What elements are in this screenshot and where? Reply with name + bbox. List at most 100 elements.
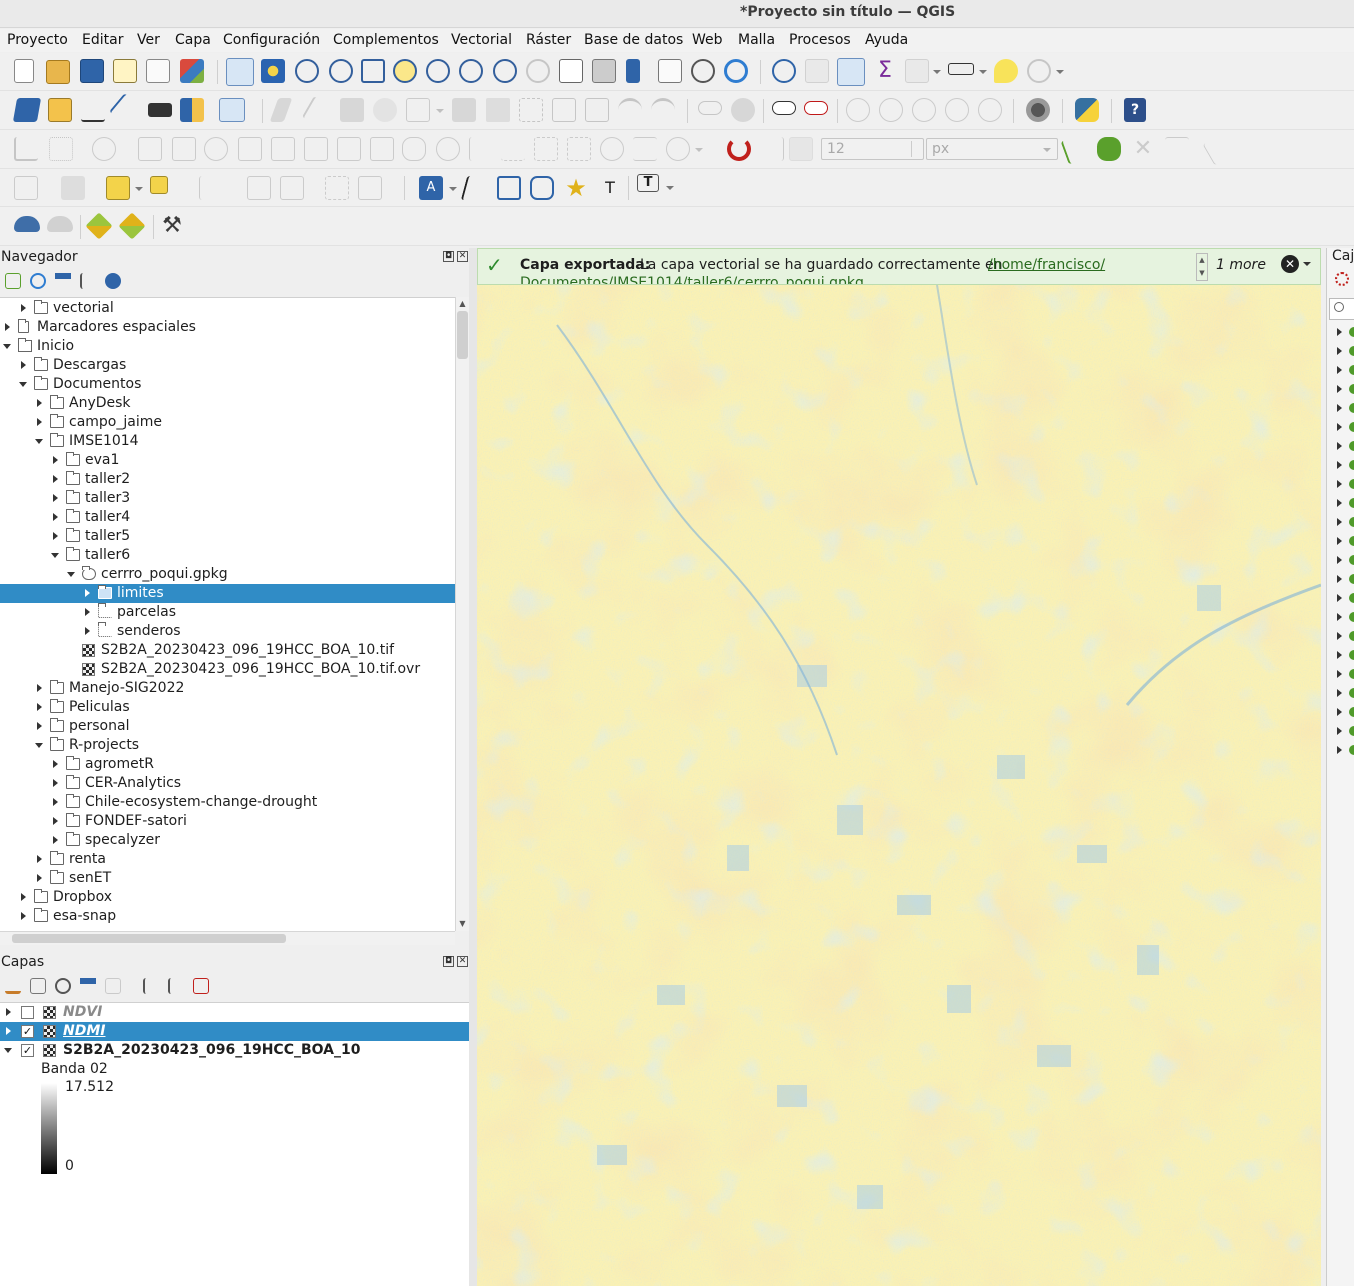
split-parts-icon[interactable] [534, 137, 558, 161]
add-feature-icon[interactable] [373, 98, 397, 122]
collapse-arrow-icon[interactable] [3, 344, 11, 349]
expand-arrow-icon[interactable] [1337, 423, 1342, 431]
expand-arrow-icon[interactable] [5, 323, 10, 331]
stepper-icon[interactable] [911, 141, 921, 157]
browser-tree-item[interactable]: agrometR [0, 755, 455, 774]
expand-all-icon[interactable] [143, 978, 159, 994]
expand-arrow-icon[interactable] [1337, 518, 1342, 526]
expand-arrow-icon[interactable] [53, 532, 58, 540]
feature-form-icon[interactable] [247, 176, 271, 200]
tracing-icon[interactable] [1202, 132, 1236, 166]
new-shapefile-layer-icon[interactable] [81, 98, 105, 122]
paste-features-icon[interactable] [585, 98, 609, 122]
expand-arrow-icon[interactable] [21, 893, 26, 901]
move-label-icon[interactable] [912, 98, 936, 122]
new-geopackage-layer-icon[interactable] [48, 98, 72, 122]
fill-ring-icon[interactable] [304, 137, 328, 161]
expand-arrow-icon[interactable] [37, 703, 42, 711]
float-panel-icon[interactable]: ◘ [443, 251, 454, 262]
modify-annotations-icon[interactable] [460, 176, 482, 200]
chevron-down-icon[interactable] [933, 70, 941, 74]
close-panel-icon[interactable]: ✕ [457, 956, 468, 967]
add-ring-icon[interactable] [238, 137, 262, 161]
new-spatial-bookmark-icon[interactable] [626, 59, 640, 83]
chevron-down-icon[interactable] [1056, 70, 1064, 74]
expand-arrow-icon[interactable] [6, 1027, 11, 1035]
plugin-cube-green-icon[interactable] [85, 212, 113, 240]
line-annotation-icon[interactable] [530, 176, 554, 200]
expand-arrow-icon[interactable] [37, 855, 42, 863]
expand-arrow-icon[interactable] [1337, 708, 1342, 716]
menu-ayuda[interactable]: Ayuda [865, 32, 908, 48]
polygon-tool-icon[interactable] [358, 176, 382, 200]
self-snapping-icon[interactable] [1097, 137, 1121, 161]
expand-arrow-icon[interactable] [21, 304, 26, 312]
browser-tree-item[interactable]: Descargas [0, 356, 455, 375]
layer-styling-icon[interactable] [219, 98, 245, 122]
chevron-down-icon[interactable] [1303, 262, 1311, 266]
expand-arrow-icon[interactable] [1337, 651, 1342, 659]
tools-hammer-icon[interactable]: ⚒ [160, 214, 184, 238]
measure-line-icon[interactable] [948, 63, 974, 75]
open-attribute-table-icon[interactable] [805, 59, 829, 83]
expand-arrow-icon[interactable] [1337, 556, 1342, 564]
data-source-manager-icon[interactable] [12, 98, 42, 122]
message-link[interactable]: /home/francisco/ [988, 257, 1105, 273]
browser-tree-item[interactable]: IMSE1014 [0, 432, 455, 451]
browser-tree-item[interactable]: taller5 [0, 527, 455, 546]
scroll-up-icon[interactable]: ▲ [457, 299, 468, 309]
expand-arrow-icon[interactable] [37, 684, 42, 692]
browser-tree-item[interactable]: personal [0, 717, 455, 736]
collapse-arrow-icon[interactable] [35, 743, 43, 748]
layer-labeling-options-icon[interactable] [731, 98, 755, 122]
filter-by-expression-icon[interactable] [105, 978, 121, 994]
simplify-feature-icon[interactable] [204, 137, 228, 161]
chevron-down-icon[interactable] [666, 186, 674, 190]
rotate-feature-icon[interactable] [138, 137, 162, 161]
browser-tree-item[interactable]: Peliculas [0, 698, 455, 717]
chevron-down-icon[interactable] [436, 109, 444, 113]
star-marker-icon[interactable]: ★ [564, 176, 588, 200]
menu-base-de-datos[interactable]: Base de datos [584, 32, 683, 48]
browser-tree-item[interactable]: parcelas [0, 603, 455, 622]
browser-tree-item[interactable]: senET [0, 869, 455, 888]
menu-raster[interactable]: Ráster [526, 32, 571, 48]
collapse-all-icon[interactable] [168, 978, 184, 994]
expand-arrow-icon[interactable] [1337, 385, 1342, 393]
info-icon[interactable] [105, 273, 121, 289]
temporal-controller-icon[interactable] [691, 59, 715, 83]
snapping-type-icon[interactable] [789, 137, 813, 161]
browser-tree-item[interactable]: AnyDesk [0, 394, 455, 413]
zoom-native-resolution-icon[interactable] [459, 59, 483, 83]
message-scroll-stepper[interactable]: ▲ ▼ [1196, 253, 1208, 281]
zoom-last-icon[interactable] [493, 59, 517, 83]
point-text-annotation-icon[interactable]: T [598, 176, 622, 200]
new-memory-layer-icon[interactable] [180, 98, 204, 122]
expand-arrow-icon[interactable] [37, 418, 42, 426]
copy-features-icon[interactable] [552, 98, 576, 122]
map-canvas[interactable] [477, 285, 1321, 1286]
expand-arrow-icon[interactable] [1337, 727, 1342, 735]
plugin-cube-yellow-icon[interactable] [118, 212, 146, 240]
collapse-arrow-icon[interactable] [67, 572, 75, 577]
zoom-in-icon[interactable] [295, 59, 319, 83]
toggle-editing-icon[interactable] [301, 96, 327, 124]
grid-tool-icon[interactable] [325, 176, 349, 200]
browser-tree-item[interactable]: Marcadores espaciales [0, 318, 455, 337]
style-layer-icon[interactable] [5, 978, 21, 994]
processing-toolbox-icon[interactable] [837, 58, 865, 86]
collapse-arrow-icon[interactable] [4, 1048, 12, 1053]
menu-web[interactable]: Web [692, 32, 723, 48]
browser-tree-item[interactable]: vectorial [0, 299, 455, 318]
modify-attributes-icon[interactable] [452, 98, 476, 122]
browser-tree-item[interactable]: Dropbox [0, 888, 455, 907]
style-manager-icon[interactable] [180, 59, 204, 83]
expand-arrow-icon[interactable] [1337, 461, 1342, 469]
new-map-view-icon[interactable] [559, 59, 583, 83]
collapse-all-icon[interactable] [80, 273, 96, 289]
select-by-location-icon[interactable] [150, 176, 168, 194]
expand-arrow-icon[interactable] [1337, 632, 1342, 640]
layout-manager-icon[interactable] [146, 59, 170, 83]
cloud-sync-icon[interactable] [47, 216, 73, 232]
split-features-icon[interactable] [501, 137, 525, 161]
